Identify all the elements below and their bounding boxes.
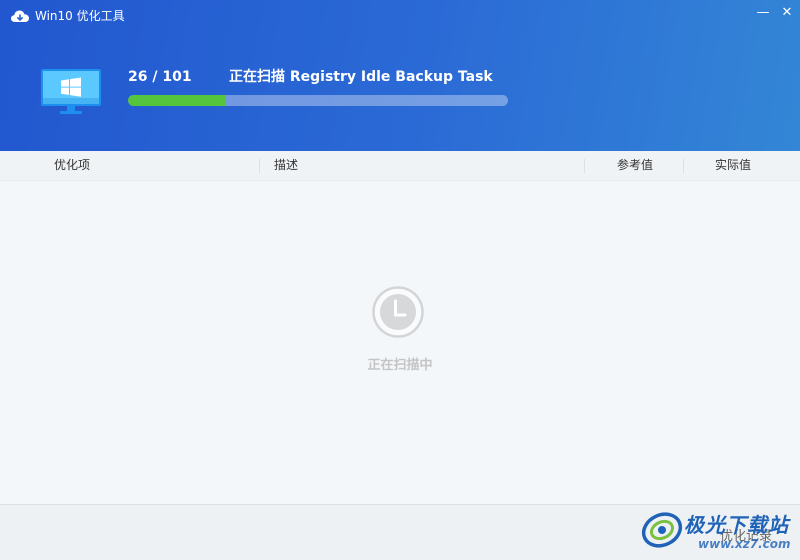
clock-icon <box>372 286 424 338</box>
scan-status-text: 正在扫描 Registry Idle Backup Task <box>229 69 493 85</box>
watermark: 极光下载站 www.xz7.com <box>640 508 800 556</box>
scanning-status-text: 正在扫描中 <box>367 358 433 373</box>
watermark-logo-icon <box>641 512 683 548</box>
scan-header: Win10 优化工具 — ✕ 26 / 101 正在扫描 Registry Id… <box>0 0 800 151</box>
scan-progress-fill <box>128 95 226 106</box>
title-bar[interactable]: Win10 优化工具 — ✕ <box>0 0 800 32</box>
results-table-header: 优化项 描述 参考值 实际值 <box>0 151 800 181</box>
column-divider <box>584 159 585 173</box>
results-area: 正在扫描中 <box>0 181 800 504</box>
scan-progress-bar <box>128 95 508 106</box>
column-header-actual[interactable]: 实际值 <box>715 151 751 181</box>
close-button[interactable]: ✕ <box>774 2 800 26</box>
watermark-name: 极光下载站 <box>684 513 789 537</box>
column-header-item[interactable]: 优化项 <box>54 151 90 181</box>
app-title: Win10 优化工具 <box>35 9 125 23</box>
watermark-url: www.xz7.com <box>698 537 791 551</box>
minimize-button[interactable]: — <box>750 2 776 26</box>
cloud-icon <box>11 10 29 22</box>
column-divider <box>259 159 260 173</box>
column-header-description[interactable]: 描述 <box>274 151 298 181</box>
column-header-reference[interactable]: 参考值 <box>617 151 653 181</box>
monitor-icon <box>41 69 101 114</box>
scan-count: 26 / 101 <box>128 69 192 85</box>
column-divider <box>683 159 684 173</box>
